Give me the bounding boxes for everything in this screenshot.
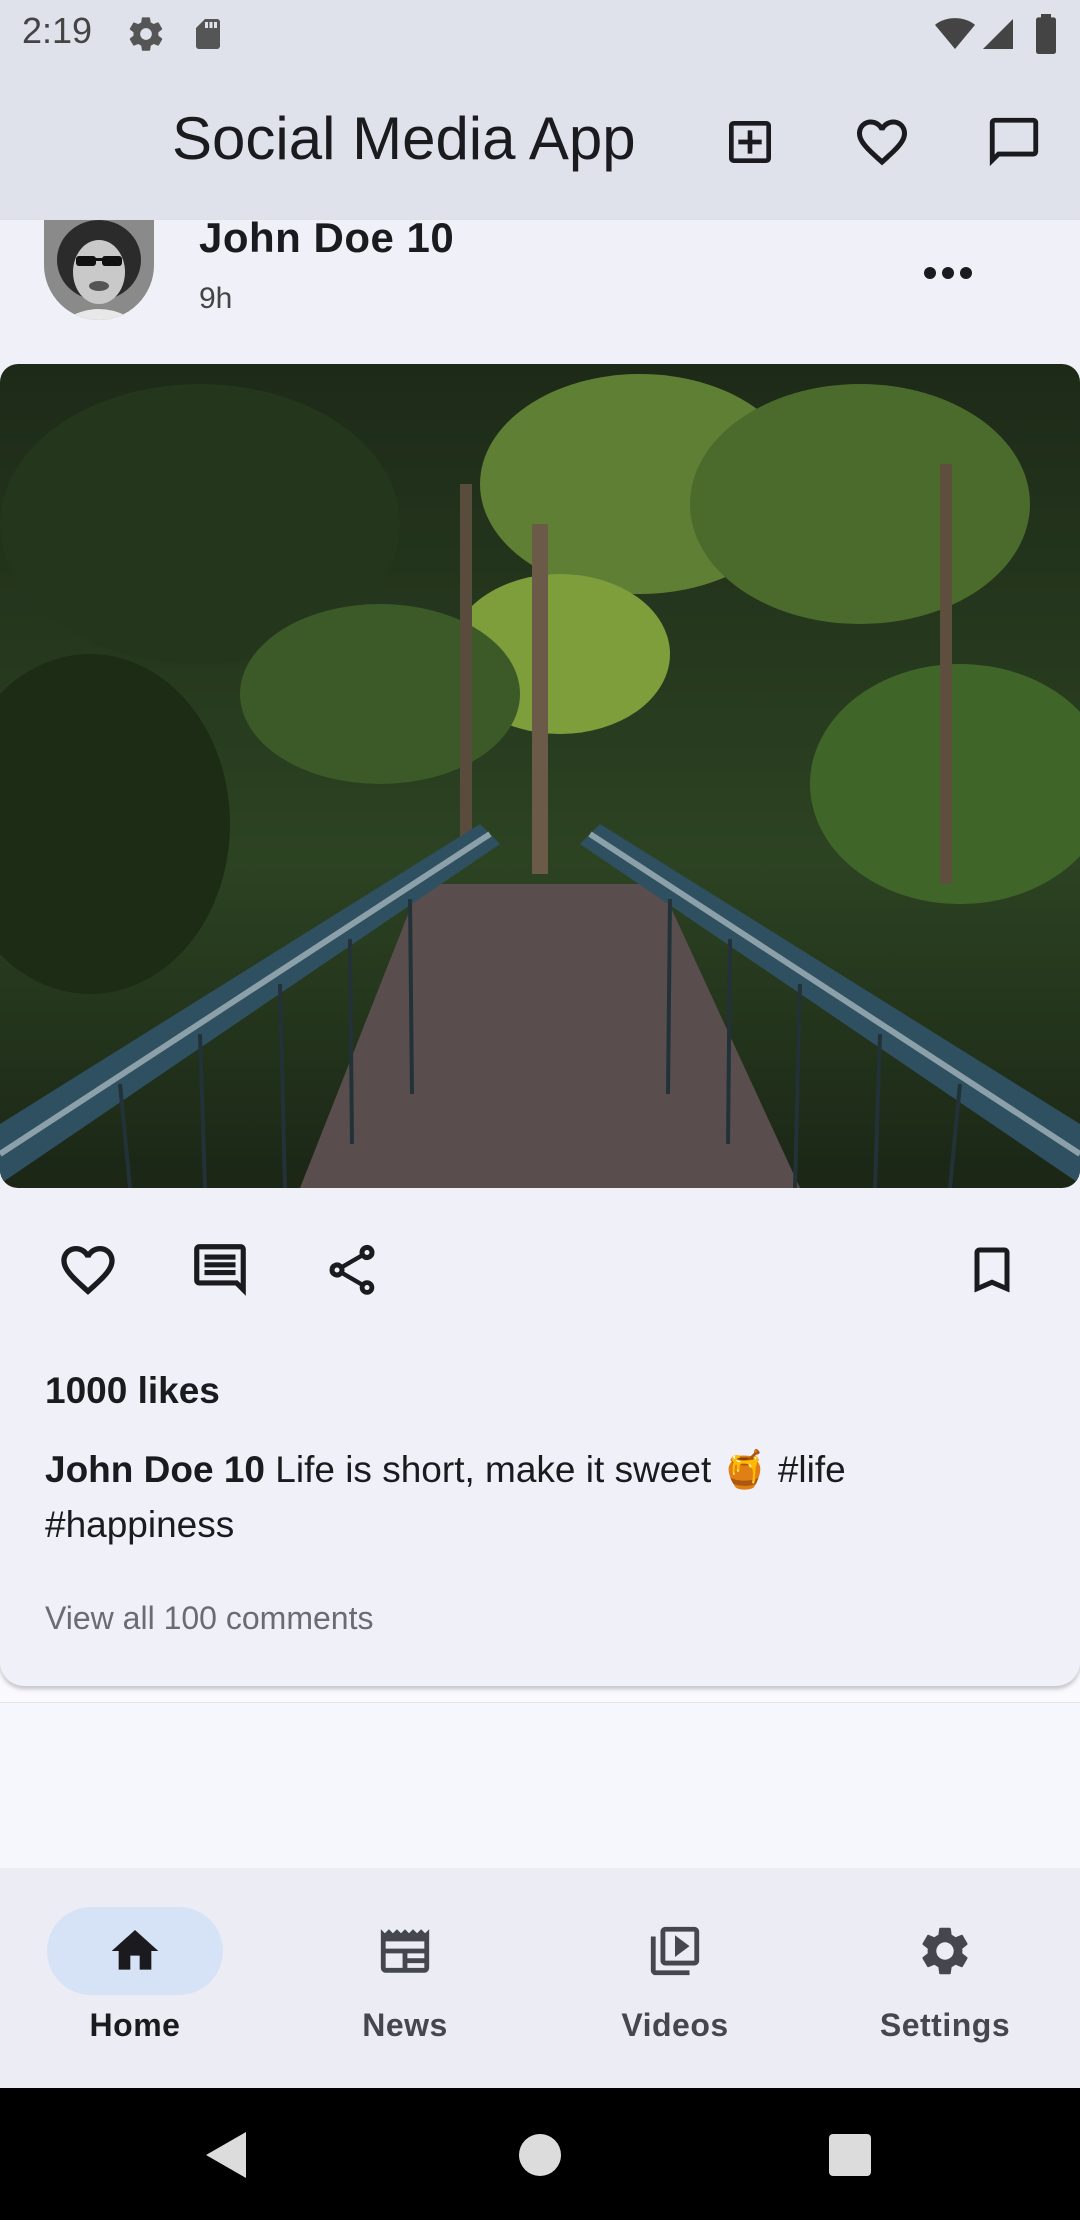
more-options-button[interactable] [916, 248, 980, 298]
back-triangle-icon [206, 2132, 246, 2178]
next-post-card [0, 1702, 1080, 1871]
chat-bubble-icon [989, 117, 1039, 167]
post-card: John Doe 10 9h 1000 likes John Doe 10 Li… [0, 214, 1080, 1686]
nav-settings-label: Settings [879, 2007, 1011, 2043]
post-caption: John Doe 10 Life is short, make it sweet… [45, 1442, 1005, 1552]
video-library-icon [650, 1926, 700, 1976]
wifi-icon [934, 14, 976, 59]
nav-videos[interactable]: Videos [540, 1868, 810, 2088]
avatar[interactable] [44, 220, 154, 320]
nav-news[interactable]: News [270, 1868, 540, 2088]
nav-home[interactable]: Home [0, 1868, 270, 2088]
view-comments-link[interactable]: View all 100 comments [45, 1600, 373, 1637]
back-button[interactable] [190, 2120, 260, 2190]
post-author[interactable]: John Doe 10 [199, 214, 454, 262]
favorites-button[interactable] [846, 106, 918, 178]
likes-count[interactable]: 1000 likes [45, 1370, 220, 1412]
more-horizontal-icon [924, 267, 972, 279]
home-icon [111, 1930, 159, 1970]
add-post-button[interactable] [714, 106, 786, 178]
status-bar: 2:19 [0, 0, 1080, 66]
comment-icon [194, 1244, 246, 1296]
nav-home-label: Home [89, 2007, 181, 2043]
recents-square-icon [829, 2134, 871, 2176]
app-title: Social Media App [172, 105, 636, 172]
home-circle-icon [519, 2134, 561, 2176]
add-box-icon [729, 121, 771, 163]
sd-card-icon [190, 14, 226, 59]
nav-news-indicator [317, 1907, 493, 1995]
settings-icon [922, 1927, 968, 1975]
like-button[interactable] [52, 1234, 124, 1306]
nav-videos-indicator [587, 1907, 763, 1995]
nav-settings-indicator [857, 1907, 1033, 1995]
heart-outline-icon [61, 1246, 115, 1295]
system-navigation-bar [0, 2088, 1080, 2220]
share-button[interactable] [316, 1234, 388, 1306]
status-time: 2:19 [22, 10, 93, 51]
post-image[interactable] [0, 364, 1080, 1188]
heart-outline-icon [857, 119, 907, 166]
caption-author[interactable]: John Doe 10 [45, 1449, 265, 1490]
bottom-navigation: Home News Videos Settings [0, 1868, 1080, 2088]
signal-icon [980, 14, 1016, 59]
bookmark-button[interactable] [956, 1234, 1028, 1306]
nav-home-indicator [47, 1907, 223, 1995]
bookmark-icon [974, 1247, 1010, 1293]
nav-settings[interactable]: Settings [810, 1868, 1080, 2088]
nav-news-label: News [362, 2007, 448, 2043]
post-time: 9h [199, 282, 233, 315]
settings-icon [126, 14, 166, 59]
battery-icon [1034, 14, 1058, 59]
recents-button[interactable] [815, 2120, 885, 2190]
nav-videos-label: Videos [621, 2007, 729, 2043]
home-button[interactable] [505, 2120, 575, 2190]
news-icon [380, 1929, 430, 1973]
app-bar: Social Media App [0, 66, 1080, 220]
messages-button[interactable] [978, 106, 1050, 178]
comment-button[interactable] [184, 1234, 256, 1306]
share-icon [329, 1244, 375, 1295]
